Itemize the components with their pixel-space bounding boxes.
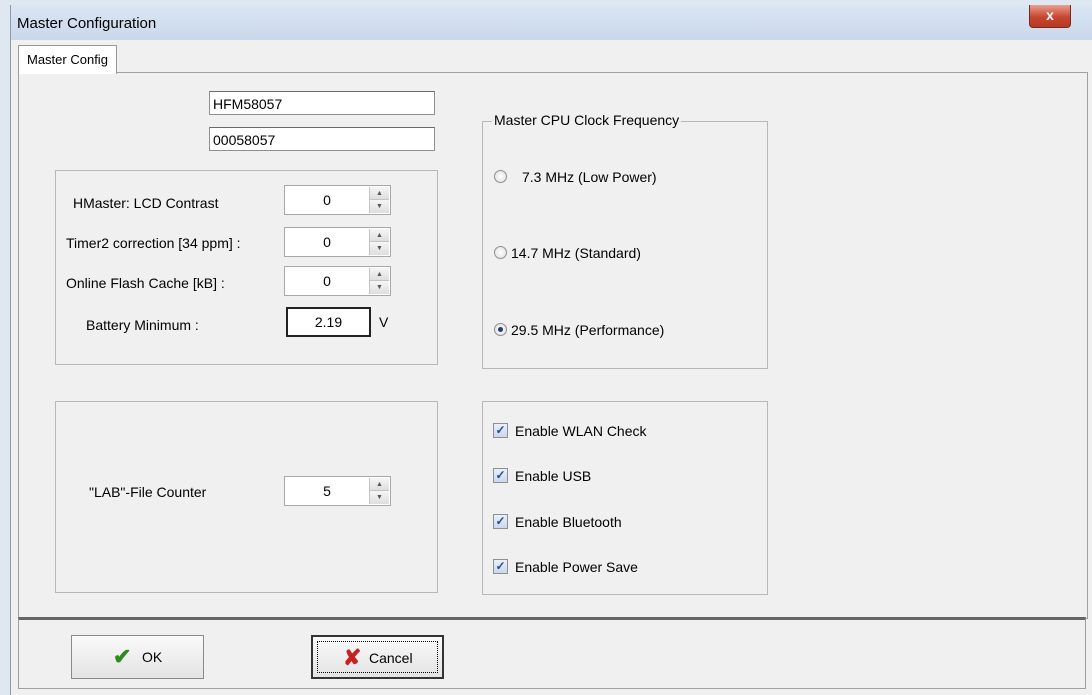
- cancel-button[interactable]: ✘ Cancel: [311, 635, 444, 679]
- lab-counter-group: "LAB"-File Counter 5 ▲ ▼: [55, 401, 438, 593]
- stepper-down-icon[interactable]: ▼: [370, 242, 389, 255]
- checkbox-usb-label: Enable USB: [515, 468, 592, 484]
- checkbox-checked-icon[interactable]: ✓: [493, 468, 508, 483]
- battery-minimum-field[interactable]: 2.19: [286, 307, 371, 337]
- radio-button-icon[interactable]: [494, 246, 507, 259]
- radio-low-power[interactable]: 7.3 MHz (Low Power): [494, 168, 754, 188]
- checkbox-checked-icon[interactable]: ✓: [493, 514, 508, 529]
- lcd-contrast-label: HMaster: LCD Contrast: [73, 195, 219, 211]
- stepper-down-icon[interactable]: ▼: [370, 281, 389, 294]
- radio-low-power-label: 7.3 MHz (Low Power): [522, 169, 657, 185]
- timer2-correction-label: Timer2 correction [34 ppm] :: [66, 235, 241, 251]
- radio-standard[interactable]: 14.7 MHz (Standard): [494, 244, 754, 264]
- radio-button-icon[interactable]: [494, 170, 507, 183]
- lab-file-counter-value[interactable]: 5: [285, 477, 369, 505]
- stepper-buttons: ▲ ▼: [369, 187, 389, 213]
- checkbox-wlan-check-label: Enable WLAN Check: [515, 423, 647, 439]
- checkbox-power-save[interactable]: ✓ Enable Power Save: [493, 558, 753, 578]
- serial-field[interactable]: 00058057: [209, 127, 435, 151]
- title-bar[interactable]: Master Configuration x: [11, 5, 1092, 40]
- timer2-correction-stepper[interactable]: 0 ▲ ▼: [284, 227, 391, 257]
- close-button[interactable]: x: [1029, 5, 1071, 28]
- lcd-contrast-value[interactable]: 0: [285, 186, 369, 214]
- tab-master-config[interactable]: Master Config: [18, 45, 117, 74]
- ok-button[interactable]: ✔ OK: [71, 635, 204, 679]
- radio-standard-label: 14.7 MHz (Standard): [511, 245, 641, 261]
- x-mark-icon: ✘: [343, 645, 362, 670]
- lcd-contrast-stepper[interactable]: 0 ▲ ▼: [284, 185, 391, 215]
- master-configuration-window: Master Configuration x Master Config HFM…: [10, 5, 1092, 695]
- stepper-buttons: ▲ ▼: [369, 268, 389, 294]
- radio-performance[interactable]: 29.5 MHz (Performance): [494, 321, 754, 341]
- checkbox-power-save-label: Enable Power Save: [515, 559, 638, 575]
- checkmark-icon: ✔: [113, 644, 132, 669]
- stepper-buttons: ▲ ▼: [369, 229, 389, 255]
- enable-options-group: ✓ Enable WLAN Check ✓ Enable USB ✓ Enabl…: [482, 401, 768, 595]
- ok-button-label: OK: [142, 649, 163, 665]
- cpu-clock-legend: Master CPU Clock Frequency: [492, 112, 682, 128]
- radio-performance-label: 29.5 MHz (Performance): [511, 322, 665, 338]
- stepper-up-icon[interactable]: ▲: [370, 268, 389, 281]
- stepper-up-icon[interactable]: ▲: [370, 478, 389, 491]
- battery-unit-label: V: [379, 314, 389, 330]
- stepper-down-icon[interactable]: ▼: [370, 491, 389, 504]
- cpu-clock-group: Master CPU Clock Frequency 7.3 MHz (Low …: [482, 112, 768, 369]
- stepper-up-icon[interactable]: ▲: [370, 229, 389, 242]
- button-bar: ✔ OK ✘ Cancel: [18, 617, 1086, 689]
- stepper-up-icon[interactable]: ▲: [370, 187, 389, 200]
- flash-cache-value[interactable]: 0: [285, 267, 369, 295]
- name-field[interactable]: HFM58057: [209, 91, 435, 115]
- stepper-down-icon[interactable]: ▼: [370, 200, 389, 213]
- cancel-button-label: Cancel: [369, 650, 413, 666]
- lab-file-counter-label: "LAB"-File Counter: [89, 484, 207, 500]
- timer2-correction-value[interactable]: 0: [285, 228, 369, 256]
- checkbox-bluetooth-label: Enable Bluetooth: [515, 514, 622, 530]
- checkbox-wlan-check[interactable]: ✓ Enable WLAN Check: [493, 422, 753, 442]
- settings-group: HMaster: LCD Contrast 0 ▲ ▼ Timer2 corre…: [55, 170, 438, 365]
- window-title: Master Configuration: [17, 15, 157, 32]
- tab-panel: HFM58057 00058057 HMaster: LCD Contrast …: [18, 72, 1088, 619]
- stepper-buttons: ▲ ▼: [369, 478, 389, 504]
- radio-button-selected-icon[interactable]: [494, 323, 507, 336]
- checkbox-checked-icon[interactable]: ✓: [493, 423, 508, 438]
- checkbox-checked-icon[interactable]: ✓: [493, 559, 508, 574]
- close-icon: x: [1046, 7, 1054, 23]
- lab-file-counter-stepper[interactable]: 5 ▲ ▼: [284, 476, 391, 506]
- flash-cache-label: Online Flash Cache [kB] :: [66, 275, 225, 291]
- flash-cache-stepper[interactable]: 0 ▲ ▼: [284, 266, 391, 296]
- checkbox-usb[interactable]: ✓ Enable USB: [493, 467, 753, 487]
- battery-minimum-label: Battery Minimum :: [86, 317, 199, 333]
- checkbox-bluetooth[interactable]: ✓ Enable Bluetooth: [493, 513, 753, 533]
